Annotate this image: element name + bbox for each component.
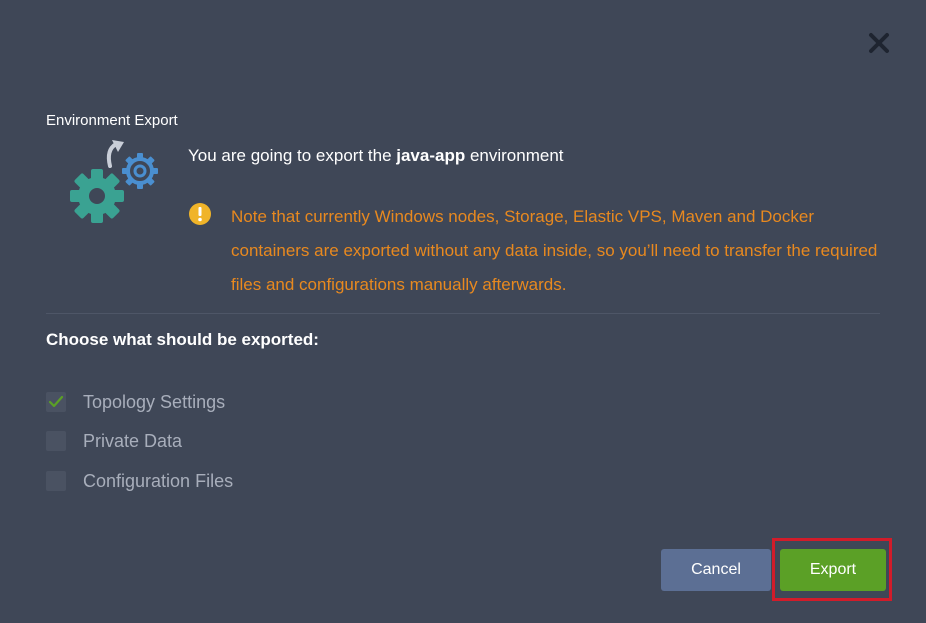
check-icon (48, 395, 64, 408)
divider (46, 313, 880, 314)
option-private-data[interactable]: Private Data (46, 429, 182, 453)
cancel-button[interactable]: Cancel (661, 549, 771, 591)
section-title: Choose what should be exported: (46, 330, 319, 349)
export-warning-text: Note that currently Windows nodes, Stora… (231, 207, 878, 294)
option-label: Configuration Files (83, 470, 234, 491)
export-button[interactable]: Export (780, 549, 886, 591)
export-headline: You are going to export the java-app env… (188, 146, 564, 166)
option-topology-settings[interactable]: Topology Settings (46, 390, 225, 414)
option-configuration-files[interactable]: Configuration Files (46, 469, 233, 493)
export-gears-icon (66, 138, 166, 230)
option-label: Private Data (83, 430, 183, 451)
topology-settings-checkbox[interactable] (46, 392, 66, 412)
configuration-files-checkbox[interactable] (46, 471, 66, 491)
private-data-checkbox[interactable] (46, 431, 66, 451)
environment-name: java-app (396, 146, 466, 165)
warning-icon (188, 202, 212, 226)
option-label: Topology Settings (83, 391, 226, 412)
close-button[interactable] (866, 30, 892, 56)
dialog-title: Environment Export (46, 112, 178, 129)
headline-suffix: environment (465, 146, 564, 165)
close-icon (869, 33, 889, 53)
headline-prefix: You are going to export the (188, 146, 397, 165)
environment-export-dialog: Environment Export You are going to expo… (0, 0, 926, 623)
